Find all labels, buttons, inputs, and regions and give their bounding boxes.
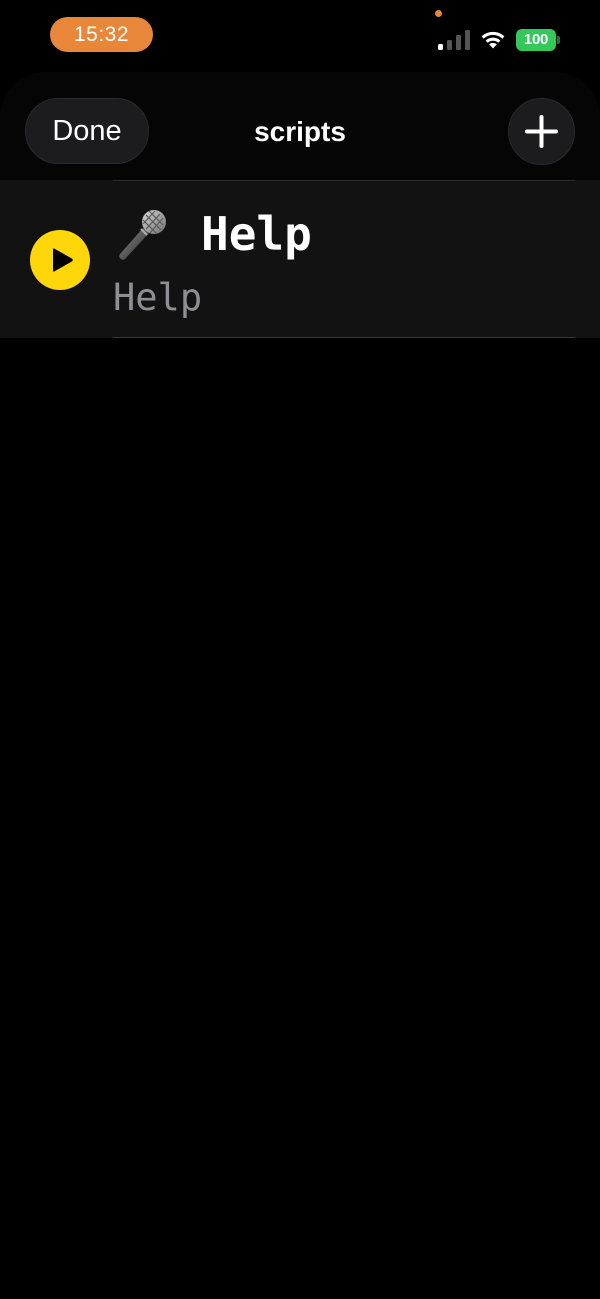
battery-icon: 100 xyxy=(516,29,560,51)
done-button[interactable]: Done xyxy=(25,98,149,164)
play-button[interactable] xyxy=(30,230,90,290)
row-divider xyxy=(113,337,575,338)
privacy-indicator-dot xyxy=(435,10,442,17)
wifi-icon xyxy=(481,31,505,49)
status-bar: 15:32 100 xyxy=(0,0,600,70)
sheet-title: scripts xyxy=(254,116,346,147)
script-subtitle: Help xyxy=(113,276,203,319)
add-script-button[interactable] xyxy=(508,98,575,165)
plus-icon xyxy=(525,115,558,148)
list-item[interactable]: Help Help xyxy=(0,180,600,338)
row-divider xyxy=(113,180,575,181)
sheet-header: Done scripts xyxy=(0,72,600,180)
battery-level: 100 xyxy=(516,29,556,51)
script-title: Help xyxy=(201,207,312,261)
microphone-icon xyxy=(119,210,166,260)
cellular-signal-icon xyxy=(438,30,470,50)
play-icon xyxy=(53,248,73,272)
battery-cap xyxy=(557,36,560,44)
scripts-sheet: Done scripts Help Help xyxy=(0,72,600,1299)
time-pill[interactable]: 15:32 xyxy=(50,17,153,52)
